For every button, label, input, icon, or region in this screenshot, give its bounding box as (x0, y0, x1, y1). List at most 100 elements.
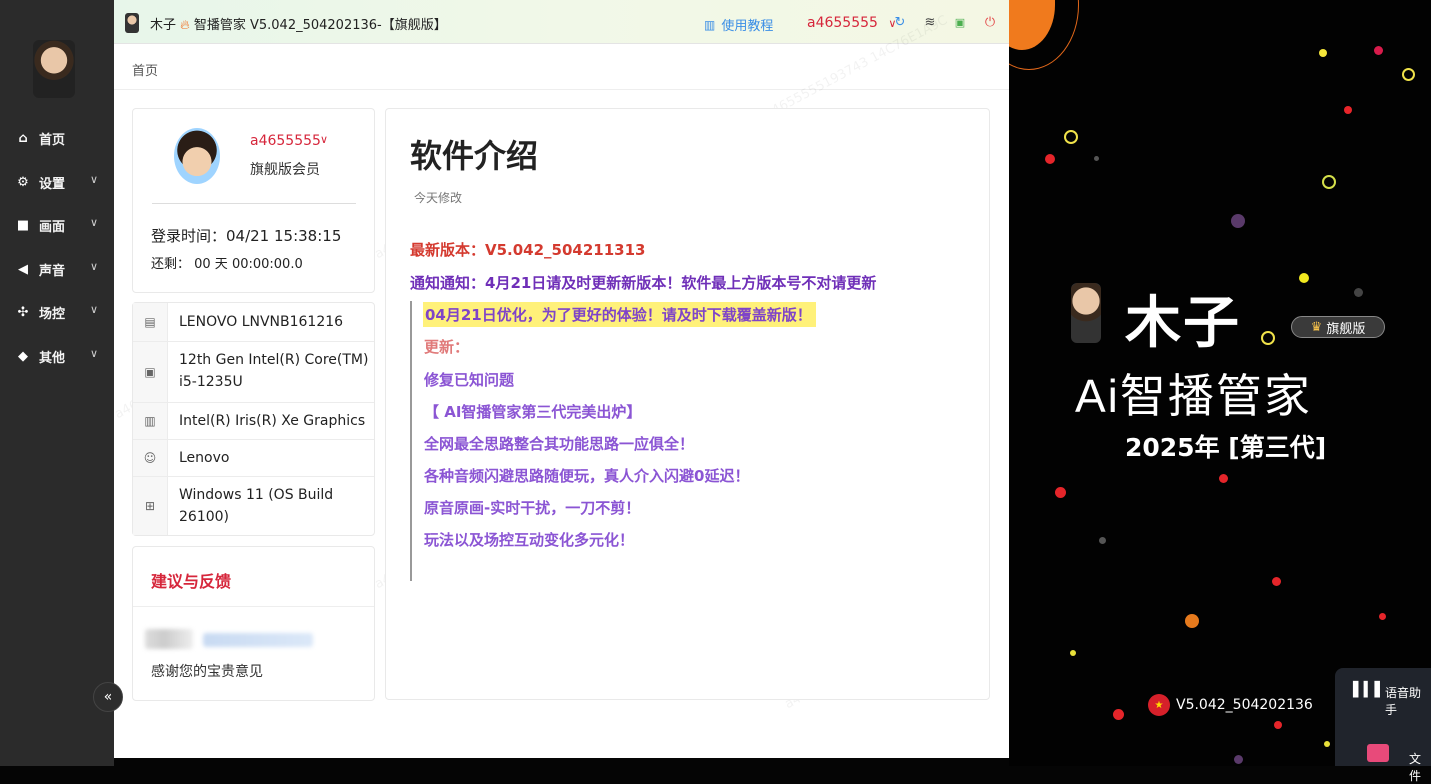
decor-dot (1094, 156, 1099, 161)
avatar[interactable] (174, 128, 220, 184)
decor-dot (1231, 214, 1245, 228)
divider (152, 203, 356, 204)
gear-icon: ⚙ (17, 174, 29, 190)
power-icon[interactable]: ⏻ (982, 14, 998, 30)
sidebar-item-sound[interactable]: ◀ 声音 ∨ (14, 258, 106, 280)
flame-icon: 🔥︎ (180, 18, 190, 33)
crown-icon: ♛ (1310, 319, 1323, 335)
user-card: a4655555 ∨ 旗舰版会员 登录时间：04/21 15:38:15 还剩：… (132, 108, 375, 293)
refresh-icon[interactable]: ↻ (892, 14, 908, 30)
collapse-sidebar-button[interactable]: « (93, 682, 123, 712)
breadcrumb[interactable]: 首页 (132, 60, 158, 79)
intro-line: 玩法以及场控互动变化多元化！ (424, 531, 635, 549)
modified-label: 今天修改 (414, 191, 463, 205)
intro-title: 软件介绍 (410, 137, 539, 175)
motherboard-icon: ▤ (133, 303, 168, 341)
video-icon: ■ (16, 217, 30, 233)
decor-dot (1045, 154, 1055, 164)
main-window: 木子 🔥︎ 智播管家 V5.042_504202136-【旗舰版】 ▥ 使用教程… (114, 0, 1009, 758)
flag-icon: ★ (1148, 694, 1170, 716)
decor-dot (1055, 487, 1066, 498)
hardware-row: ▣ 12th Gen Intel(R) Core(TM) i5-1235U (133, 341, 374, 402)
chevron-down-icon: ∨ (89, 173, 98, 186)
decor-dot (1319, 49, 1327, 57)
title-bar: 木子 🔥︎ 智播管家 V5.042_504202136-【旗舰版】 ▥ 使用教程… (114, 0, 1009, 44)
promo-avatar (1071, 283, 1101, 343)
feedback-thanks: 感谢您的宝贵意见 (151, 664, 263, 680)
sidebar-item-label: 声音 (39, 263, 66, 279)
sidebar-item-label: 其他 (39, 350, 66, 366)
blurred-avatar (145, 629, 193, 649)
gpu-icon: ▥ (133, 403, 168, 439)
decor-dot (1299, 273, 1309, 283)
sidebar-item-home[interactable]: ⌂ 首页 (14, 127, 106, 149)
login-time: 登录时间：04/21 15:38:15 (151, 227, 342, 245)
book-icon: ▥ (704, 17, 716, 32)
intro-line: 各种音频闪避思路随便玩，真人介入闪避0延迟！ (424, 467, 750, 485)
decor-dot (1379, 613, 1386, 620)
sidebar-avatar (33, 40, 75, 98)
decor-dot (1374, 46, 1383, 55)
user-icon: ☺ (133, 440, 168, 476)
chevron-down-icon: ∨ (89, 260, 98, 273)
sidebar-item-video[interactable]: ■ 画面 ∨ (14, 214, 106, 236)
decor-dot (1272, 577, 1281, 586)
assistant-label: 语音助手 (1385, 686, 1422, 717)
feedback-title: 建议与反馈 (151, 572, 232, 591)
sidebar-item-settings[interactable]: ⚙ 设置 ∨ (14, 171, 106, 193)
promo-panel: 木子 ♛ 旗舰版 Ai智播管家 2025年 [第三代] ★ V5.042_504… (1009, 0, 1431, 766)
sidebar-item-label: 设置 (39, 176, 66, 192)
decor-dot (1219, 474, 1228, 483)
hardware-row: ▤ LENOVO LNVNB161216 (133, 303, 374, 341)
decor-dot (1099, 537, 1106, 544)
decor-dot (1185, 614, 1199, 628)
update-label: 更新： (424, 338, 470, 356)
decor-ring (1261, 331, 1275, 345)
window-title: 木子 🔥︎ 智播管家 V5.042_504202136-【旗舰版】 (150, 18, 447, 33)
promo-year: 2025年 [第三代] (1125, 433, 1327, 462)
quote-bar (410, 301, 412, 581)
titlebar-user-menu[interactable]: a4655555 ∨ (807, 15, 896, 31)
chevron-down-icon: ∨ (89, 347, 98, 360)
intro-line: 原音原画-实时干扰，一刀不剪！ (424, 499, 641, 517)
user-name[interactable]: a4655555 (250, 133, 321, 149)
sidebar-item-label: 场控 (39, 306, 66, 322)
decor-dot (1234, 755, 1243, 764)
hardware-card: ▤ LENOVO LNVNB161216 ▣ 12th Gen Intel(R)… (132, 302, 375, 536)
promo-version: V5.042_504202136 (1176, 697, 1313, 713)
hardware-row: ⊞ Windows 11 (OS Build 26100) (133, 476, 374, 535)
decor-dot (1324, 741, 1330, 747)
intro-line: 【 AI智播管家第三代完美出炉】 (424, 403, 642, 421)
blurred-text (203, 633, 313, 647)
app-icon (125, 13, 139, 33)
voice-assistant-popup[interactable]: ▌▍▌ 语音助手 文件 (1335, 668, 1431, 783)
sidebar-item-control[interactable]: ✣ 场控 ∨ (14, 301, 106, 323)
minimize-icon[interactable]: ▣ (952, 14, 968, 30)
decor-ring (1064, 130, 1078, 144)
folder-icon (1367, 744, 1389, 762)
chevron-down-icon: ∨ (89, 303, 98, 316)
intro-line: 全网最全思路整合其功能思路一应俱全！ (424, 435, 695, 453)
tutorial-link[interactable]: ▥ 使用教程 (704, 15, 773, 35)
decor-dot (1344, 106, 1352, 114)
decor-dot (1113, 709, 1124, 720)
sidebar-item-other[interactable]: ◆ 其他 ∨ (14, 345, 106, 367)
windows-icon: ⊞ (133, 477, 168, 535)
promo-name: 木子 (1125, 290, 1241, 356)
decor-dot (1354, 288, 1363, 297)
chevron-down-icon: ∨ (89, 216, 98, 229)
layers-icon[interactable]: ≋ (922, 14, 938, 30)
latest-version: 最新版本：V5.042_504211313 (410, 241, 646, 259)
sidebar-item-label: 首页 (39, 132, 66, 148)
notice-text: 通知通知：4月21日请及时更新新版本！软件最上方版本号不对请更新 (410, 274, 877, 292)
divider (133, 606, 374, 607)
promo-badge: ♛ 旗舰版 (1291, 316, 1385, 338)
remaining-time: 还剩： 00 天 00:00:00.0 (151, 257, 303, 272)
hardware-row: ☺ Lenovo (133, 439, 374, 476)
speaker-icon: ◀ (18, 261, 28, 277)
diamond-icon: ◆ (18, 348, 28, 364)
chevron-down-icon[interactable]: ∨ (320, 133, 328, 146)
sidebar-item-label: 画面 (39, 219, 66, 235)
decor-ring (1322, 175, 1336, 189)
decor-ring (1009, 0, 1079, 70)
